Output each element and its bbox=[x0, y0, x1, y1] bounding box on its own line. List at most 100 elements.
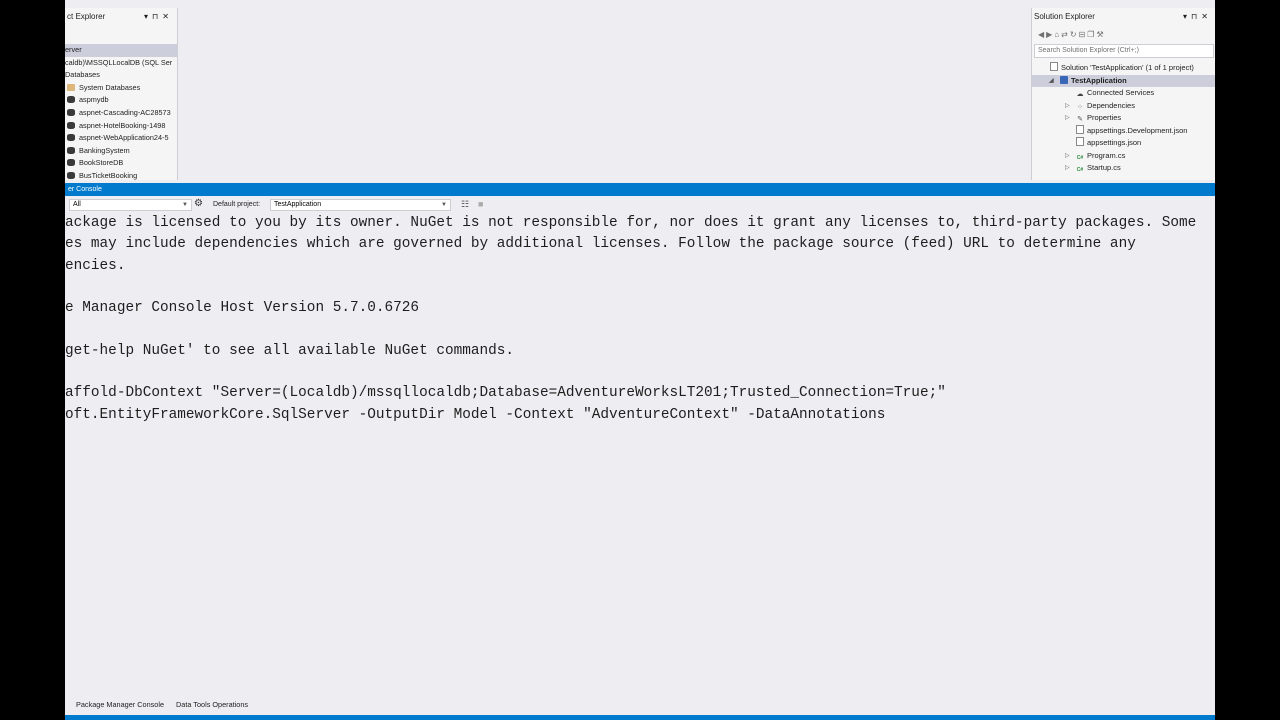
dropdown-icon[interactable]: ▾ bbox=[144, 12, 152, 21]
sql-tree-node[interactable]: caldb)\MSSQLLocalDB (SQL Ser bbox=[65, 57, 177, 70]
json-file-icon bbox=[1076, 124, 1084, 134]
solution-explorer-search-input[interactable]: Search Solution Explorer (Ctrl+;) bbox=[1034, 44, 1214, 58]
solution-tree-node[interactable]: ☁ Connected Services bbox=[1032, 87, 1215, 100]
console-line: encies. bbox=[65, 257, 126, 274]
console-line: affold-DbContext "Server=(Localdb)/mssql… bbox=[65, 385, 946, 402]
bottom-tab[interactable]: Data Tools Operations bbox=[176, 700, 248, 709]
console-line: oft.EntityFrameworkCore.SqlServer -Outpu… bbox=[65, 406, 886, 423]
sql-tree-node[interactable]: System Databases bbox=[65, 82, 177, 95]
sql-explorer-title-bar: ct Explorer ▾⊓✕ bbox=[65, 8, 177, 26]
solution-tree-label: Connected Services bbox=[1087, 88, 1155, 97]
default-project-select[interactable]: TestApplication ▼ bbox=[270, 199, 451, 211]
solution-tree-label: Startup.cs bbox=[1087, 163, 1121, 172]
collapsed-arrow-icon[interactable]: ▷ bbox=[1065, 100, 1070, 113]
console-line: es may include dependencies which are go… bbox=[65, 236, 1136, 253]
sql-tree-label: aspnet-WebApplication24-5 bbox=[79, 133, 169, 143]
sql-tree-node[interactable]: BankingSystem bbox=[65, 145, 177, 158]
sql-tree-node[interactable]: aspnet-Cascading-AC28573 bbox=[65, 107, 177, 120]
solution-tree-node[interactable]: ▷ C# Program.cs bbox=[1032, 150, 1215, 163]
dropdown-icon[interactable]: ▾ bbox=[1183, 12, 1191, 21]
pin-icon[interactable]: ⊓ bbox=[1191, 12, 1201, 21]
package-manager-console-title: er Console bbox=[65, 183, 1215, 196]
solution-tree-label: Solution 'TestApplication' (1 of 1 proje… bbox=[1061, 63, 1194, 72]
sql-tree-label: BusTicketBooking bbox=[79, 170, 138, 180]
sql-tree-node[interactable]: BusTicketBooking bbox=[65, 170, 177, 180]
solution-tree-label: appsettings.json bbox=[1087, 138, 1142, 147]
status-bar bbox=[65, 715, 1215, 720]
sql-explorer-tree: erver caldb)\MSSQLLocalDB (SQL Ser Databas… bbox=[65, 44, 177, 180]
history-icon[interactable]: ↻ bbox=[1070, 30, 1079, 39]
database-icon bbox=[67, 108, 75, 116]
sql-tree-label: caldb)\MSSQLLocalDB (SQL Ser bbox=[65, 57, 173, 67]
pmc-title-text: er Console bbox=[68, 186, 102, 193]
solution-tree-label: Program.cs bbox=[1087, 150, 1126, 160]
bottom-tab[interactable]: Package Manager Console bbox=[76, 700, 164, 709]
sql-tree-label: aspnet-Cascading-AC28573 bbox=[79, 107, 171, 117]
sql-tree-node[interactable]: Databases bbox=[65, 69, 177, 82]
csharp-file-icon: C# bbox=[1076, 167, 1084, 173]
package-source-value: All bbox=[73, 201, 81, 208]
solution-explorer-toolbar: ◀▶⌂⇄↻⊟❐⚒ bbox=[1032, 26, 1215, 44]
sql-tree-label: erver bbox=[65, 45, 82, 54]
solution-tree-node[interactable]: ◢ TestApplication bbox=[1032, 74, 1215, 88]
solution-tree-label: Properties bbox=[1087, 113, 1122, 122]
pmc-console-output[interactable]: ackage is licensed to you by its owner. … bbox=[65, 213, 1215, 688]
close-icon[interactable]: ✕ bbox=[1201, 12, 1212, 21]
sql-tree-node[interactable]: aspnet-WebApplication24-5 bbox=[65, 132, 177, 145]
gear-icon[interactable]: ⚙ bbox=[194, 198, 203, 210]
solution-tree: Solution 'TestApplication' (1 of 1 proje… bbox=[1032, 62, 1215, 175]
solution-explorer-title-bar: Solution Explorer ▾⊓✕ bbox=[1032, 8, 1215, 26]
sql-tree-label: BookStoreDB bbox=[79, 158, 124, 168]
sync-icon[interactable]: ⇄ bbox=[1061, 30, 1070, 39]
collapse-icon[interactable]: ⊟ bbox=[1079, 30, 1088, 39]
collapsed-arrow-icon[interactable]: ▷ bbox=[1065, 162, 1070, 175]
solution-tree-node[interactable]: ▷ ⁘ Dependencies bbox=[1032, 100, 1215, 113]
solution-explorer-title: Solution Explorer bbox=[1034, 12, 1095, 21]
solution-node[interactable]: Solution 'TestApplication' (1 of 1 proje… bbox=[1032, 62, 1215, 75]
pin-icon[interactable]: ⊓ bbox=[152, 12, 162, 21]
dependencies-icon: ⁘ bbox=[1077, 103, 1083, 111]
solution-explorer: Solution Explorer ▾⊓✕ ◀▶⌂⇄↻⊟❐⚒ Search So… bbox=[1031, 8, 1215, 180]
clear-console-icon[interactable]: ☷ bbox=[461, 198, 469, 210]
sql-tree-label: aspnet-HotelBooking-1498 bbox=[79, 120, 166, 130]
database-icon bbox=[67, 146, 75, 154]
sql-tree-node[interactable]: BookStoreDB bbox=[65, 157, 177, 170]
solution-tree-node[interactable]: ▷ C# Startup.cs bbox=[1032, 162, 1215, 175]
database-icon bbox=[67, 96, 75, 104]
database-icon bbox=[67, 134, 75, 142]
back-icon[interactable]: ◀ bbox=[1038, 30, 1046, 39]
stop-icon[interactable]: ■ bbox=[478, 198, 483, 210]
sql-tree-label: Databases bbox=[65, 70, 100, 80]
search-placeholder: Search Solution Explorer (Ctrl+;) bbox=[1038, 47, 1139, 54]
solution-icon bbox=[1050, 62, 1058, 71]
collapsed-arrow-icon[interactable]: ▷ bbox=[1065, 112, 1070, 125]
solution-tree-node[interactable]: appsettings.Development.json bbox=[1032, 124, 1215, 138]
chevron-down-icon: ▼ bbox=[182, 202, 188, 208]
chevron-down-icon: ▼ bbox=[441, 202, 447, 208]
sql-tree-node[interactable]: aspnet-HotelBooking-1498 bbox=[65, 120, 177, 133]
csharp-file-icon: C# bbox=[1076, 154, 1084, 161]
solution-tree-label: appsettings.Development.json bbox=[1087, 125, 1188, 135]
package-source-select[interactable]: All ▼ bbox=[69, 199, 192, 211]
close-icon[interactable]: ✕ bbox=[162, 12, 173, 21]
database-icon bbox=[67, 171, 75, 179]
solution-tree-node[interactable]: ▷ ✎ Properties bbox=[1032, 112, 1215, 125]
sql-tree-node[interactable]: aspmydb bbox=[65, 94, 177, 107]
properties-wrench-icon[interactable]: ⚒ bbox=[1096, 30, 1105, 39]
visual-studio-window: ct Explorer ▾⊓✕ erver caldb)\MSSQLLocalDB… bbox=[65, 0, 1215, 720]
default-project-label: Default project: bbox=[213, 201, 261, 208]
sql-tree-node[interactable]: erver bbox=[65, 44, 177, 57]
expanded-arrow-icon[interactable]: ◢ bbox=[1049, 75, 1054, 88]
collapsed-arrow-icon[interactable]: ▷ bbox=[1065, 150, 1070, 163]
console-line: ackage is licensed to you by its owner. … bbox=[65, 215, 1197, 231]
default-project-value: TestApplication bbox=[274, 201, 322, 208]
bottom-tab-strip: tPackage Manager ConsoleData Tools Opera… bbox=[65, 697, 1215, 715]
console-line: e Manager Console Host Version 5.7.0.672… bbox=[65, 300, 420, 317]
solution-tree-label: Dependencies bbox=[1087, 100, 1135, 110]
sql-explorer-title: ct Explorer bbox=[67, 12, 106, 21]
database-icon bbox=[67, 121, 75, 129]
project-icon bbox=[1060, 75, 1068, 84]
sql-server-object-explorer: ct Explorer ▾⊓✕ erver caldb)\MSSQLLocalDB… bbox=[65, 8, 178, 180]
solution-tree-node[interactable]: appsettings.json bbox=[1032, 137, 1215, 150]
folder-icon bbox=[67, 83, 75, 91]
